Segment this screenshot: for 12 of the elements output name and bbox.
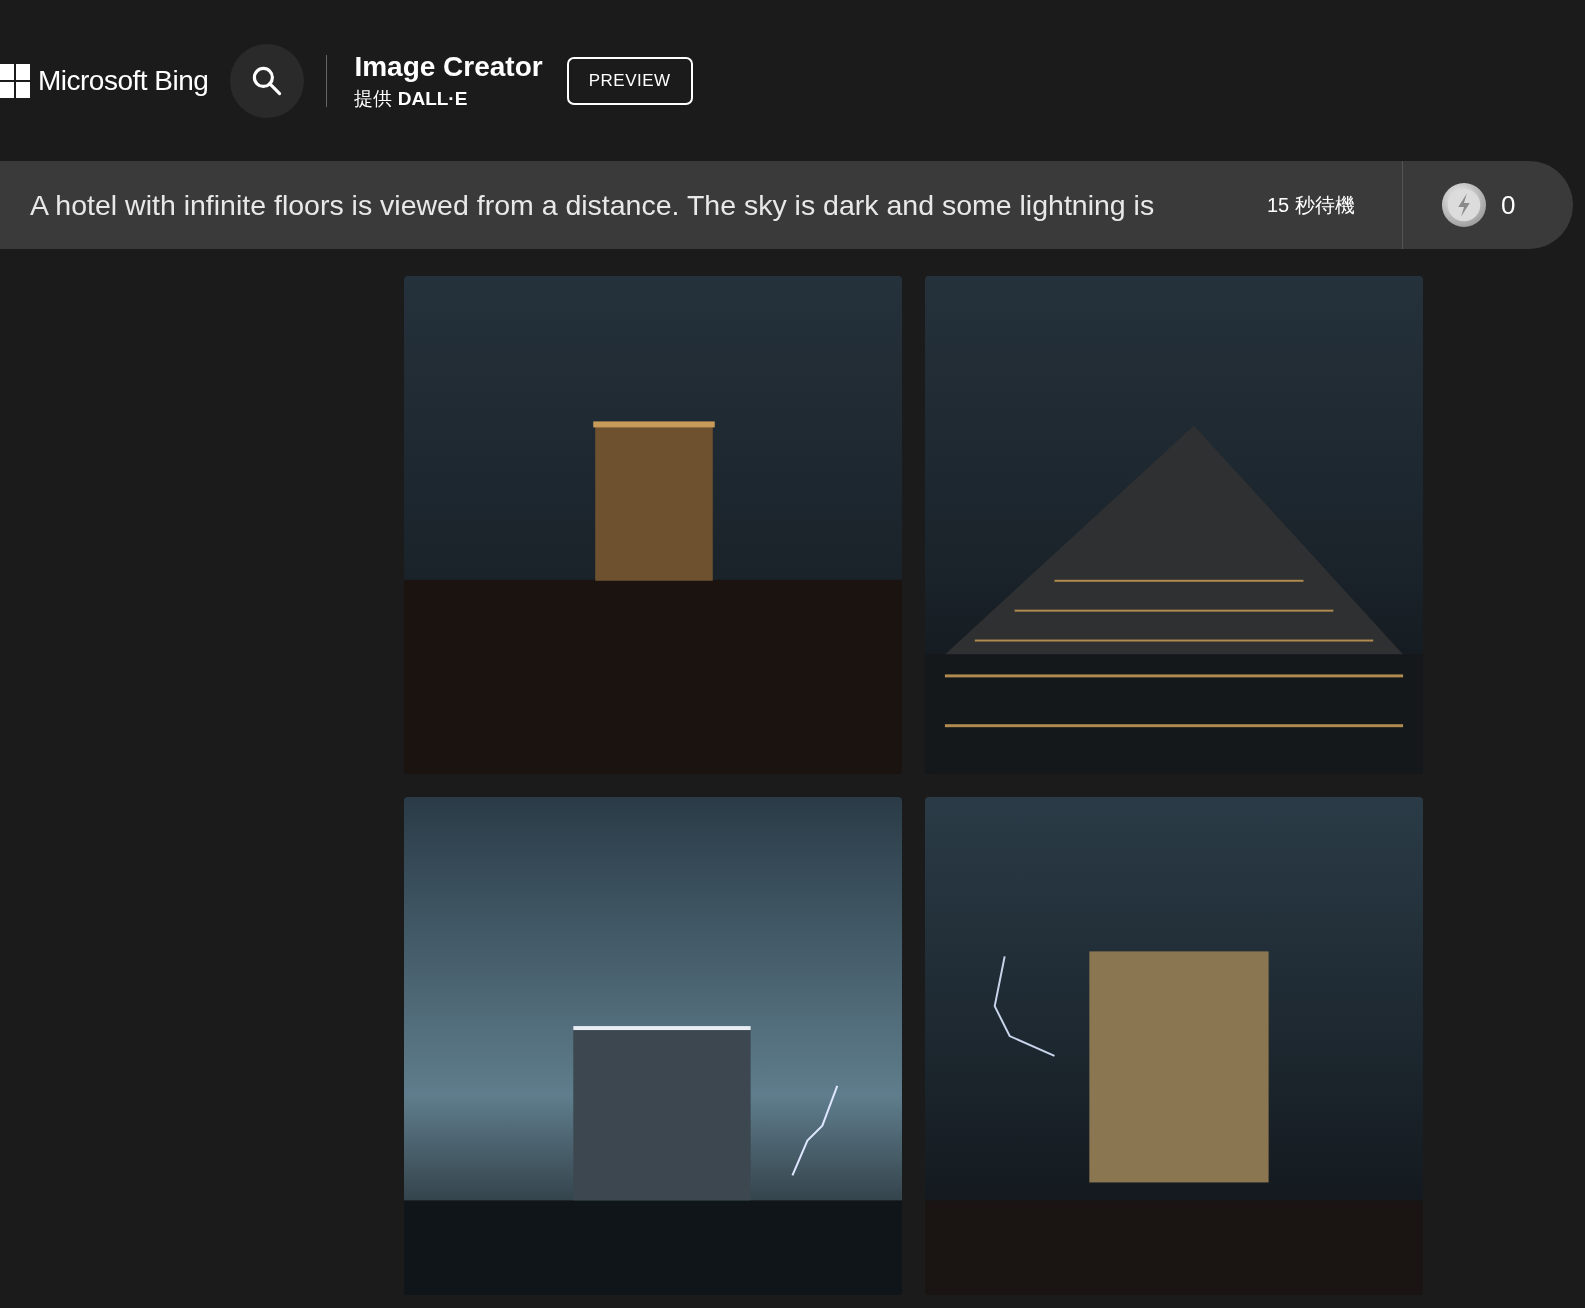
wait-time: 15 秒待機 xyxy=(1267,192,1356,218)
generated-image[interactable] xyxy=(925,797,1423,1295)
app-subtitle: 提供 DALL·E xyxy=(354,86,469,111)
app-title[interactable]: Image Creator xyxy=(354,50,543,83)
boost-count: 0 xyxy=(1501,189,1516,221)
preview-badge: PREVIEW xyxy=(566,57,693,105)
windows-logo-icon xyxy=(0,64,30,98)
lightning-coin-icon[interactable] xyxy=(1441,182,1487,228)
prompt-text[interactable]: A hotel with infinite floors is viewed from a distance. The sky is dark and some lightning is xyxy=(30,188,1205,222)
generated-image[interactable] xyxy=(404,276,902,774)
generated-image[interactable] xyxy=(925,276,1423,774)
brand-name[interactable]: Microsoft Bing xyxy=(38,65,209,97)
